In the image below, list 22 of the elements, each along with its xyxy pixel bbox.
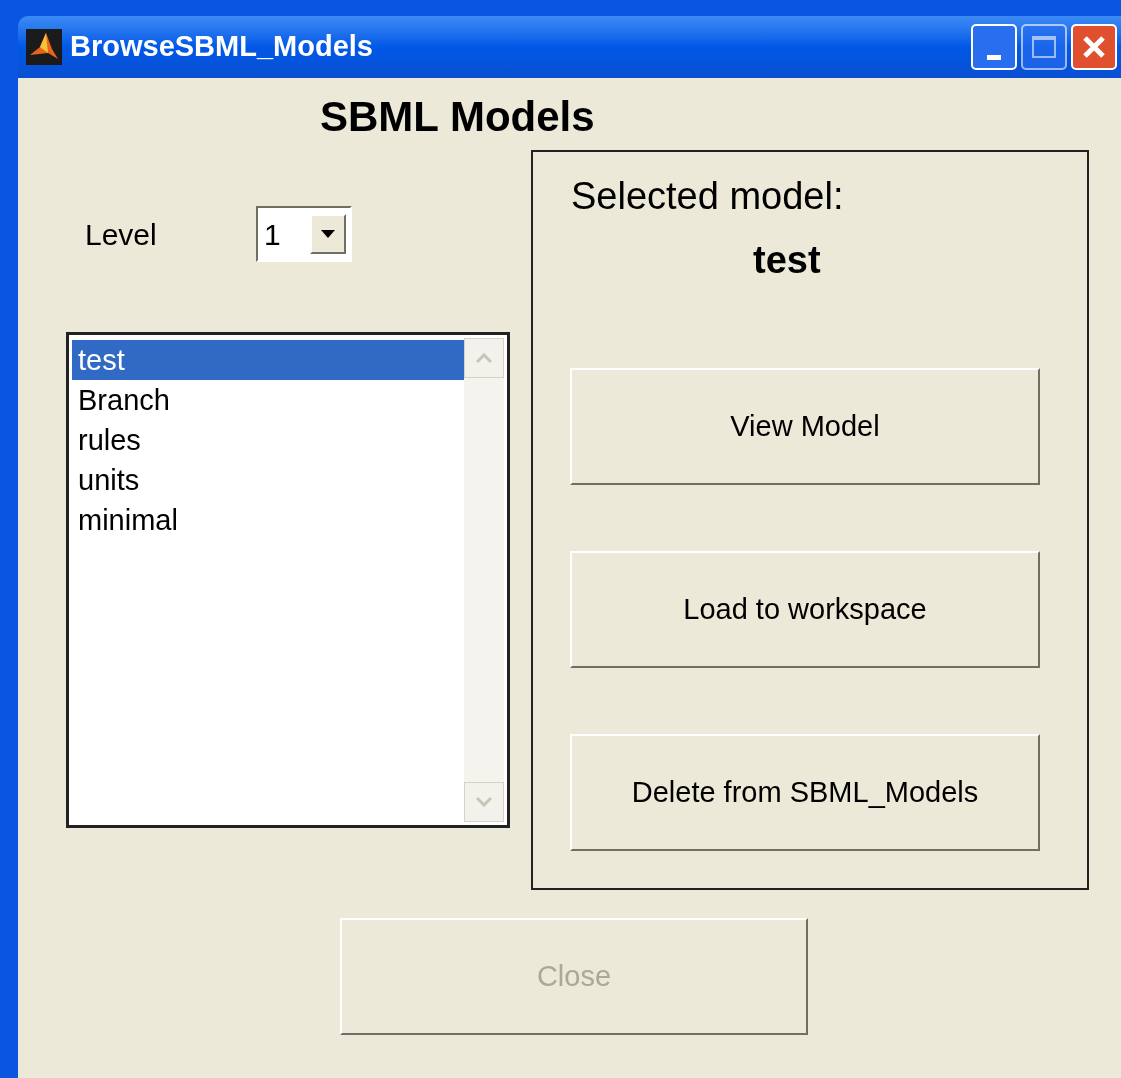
close-button[interactable] — [1071, 24, 1117, 70]
app-icon — [26, 29, 62, 65]
list-item[interactable]: Branch — [72, 380, 464, 420]
close-icon — [1081, 34, 1107, 60]
list-item[interactable]: units — [72, 460, 464, 500]
action-button[interactable]: View Model — [570, 368, 1040, 485]
maximize-button[interactable] — [1021, 24, 1067, 70]
level-label: Level — [85, 216, 158, 253]
action-button[interactable]: Delete from SBML_Models — [570, 734, 1040, 851]
list-item[interactable]: rules — [72, 420, 464, 460]
list-item[interactable]: test — [72, 340, 464, 380]
window-title: BrowseSBML_Models — [70, 29, 374, 65]
heading: SBML Models — [320, 92, 596, 142]
selected-model-name: test — [753, 238, 822, 282]
maximize-icon — [1032, 36, 1056, 58]
level-dropdown[interactable]: 1 — [256, 206, 352, 262]
panel-label: Selected model: — [571, 174, 845, 218]
list-item[interactable]: minimal — [72, 500, 464, 540]
action-button[interactable]: Load to workspace — [570, 551, 1040, 668]
minimize-icon — [987, 55, 1001, 60]
caret-icon — [310, 214, 346, 254]
minimize-button[interactable] — [971, 24, 1017, 70]
